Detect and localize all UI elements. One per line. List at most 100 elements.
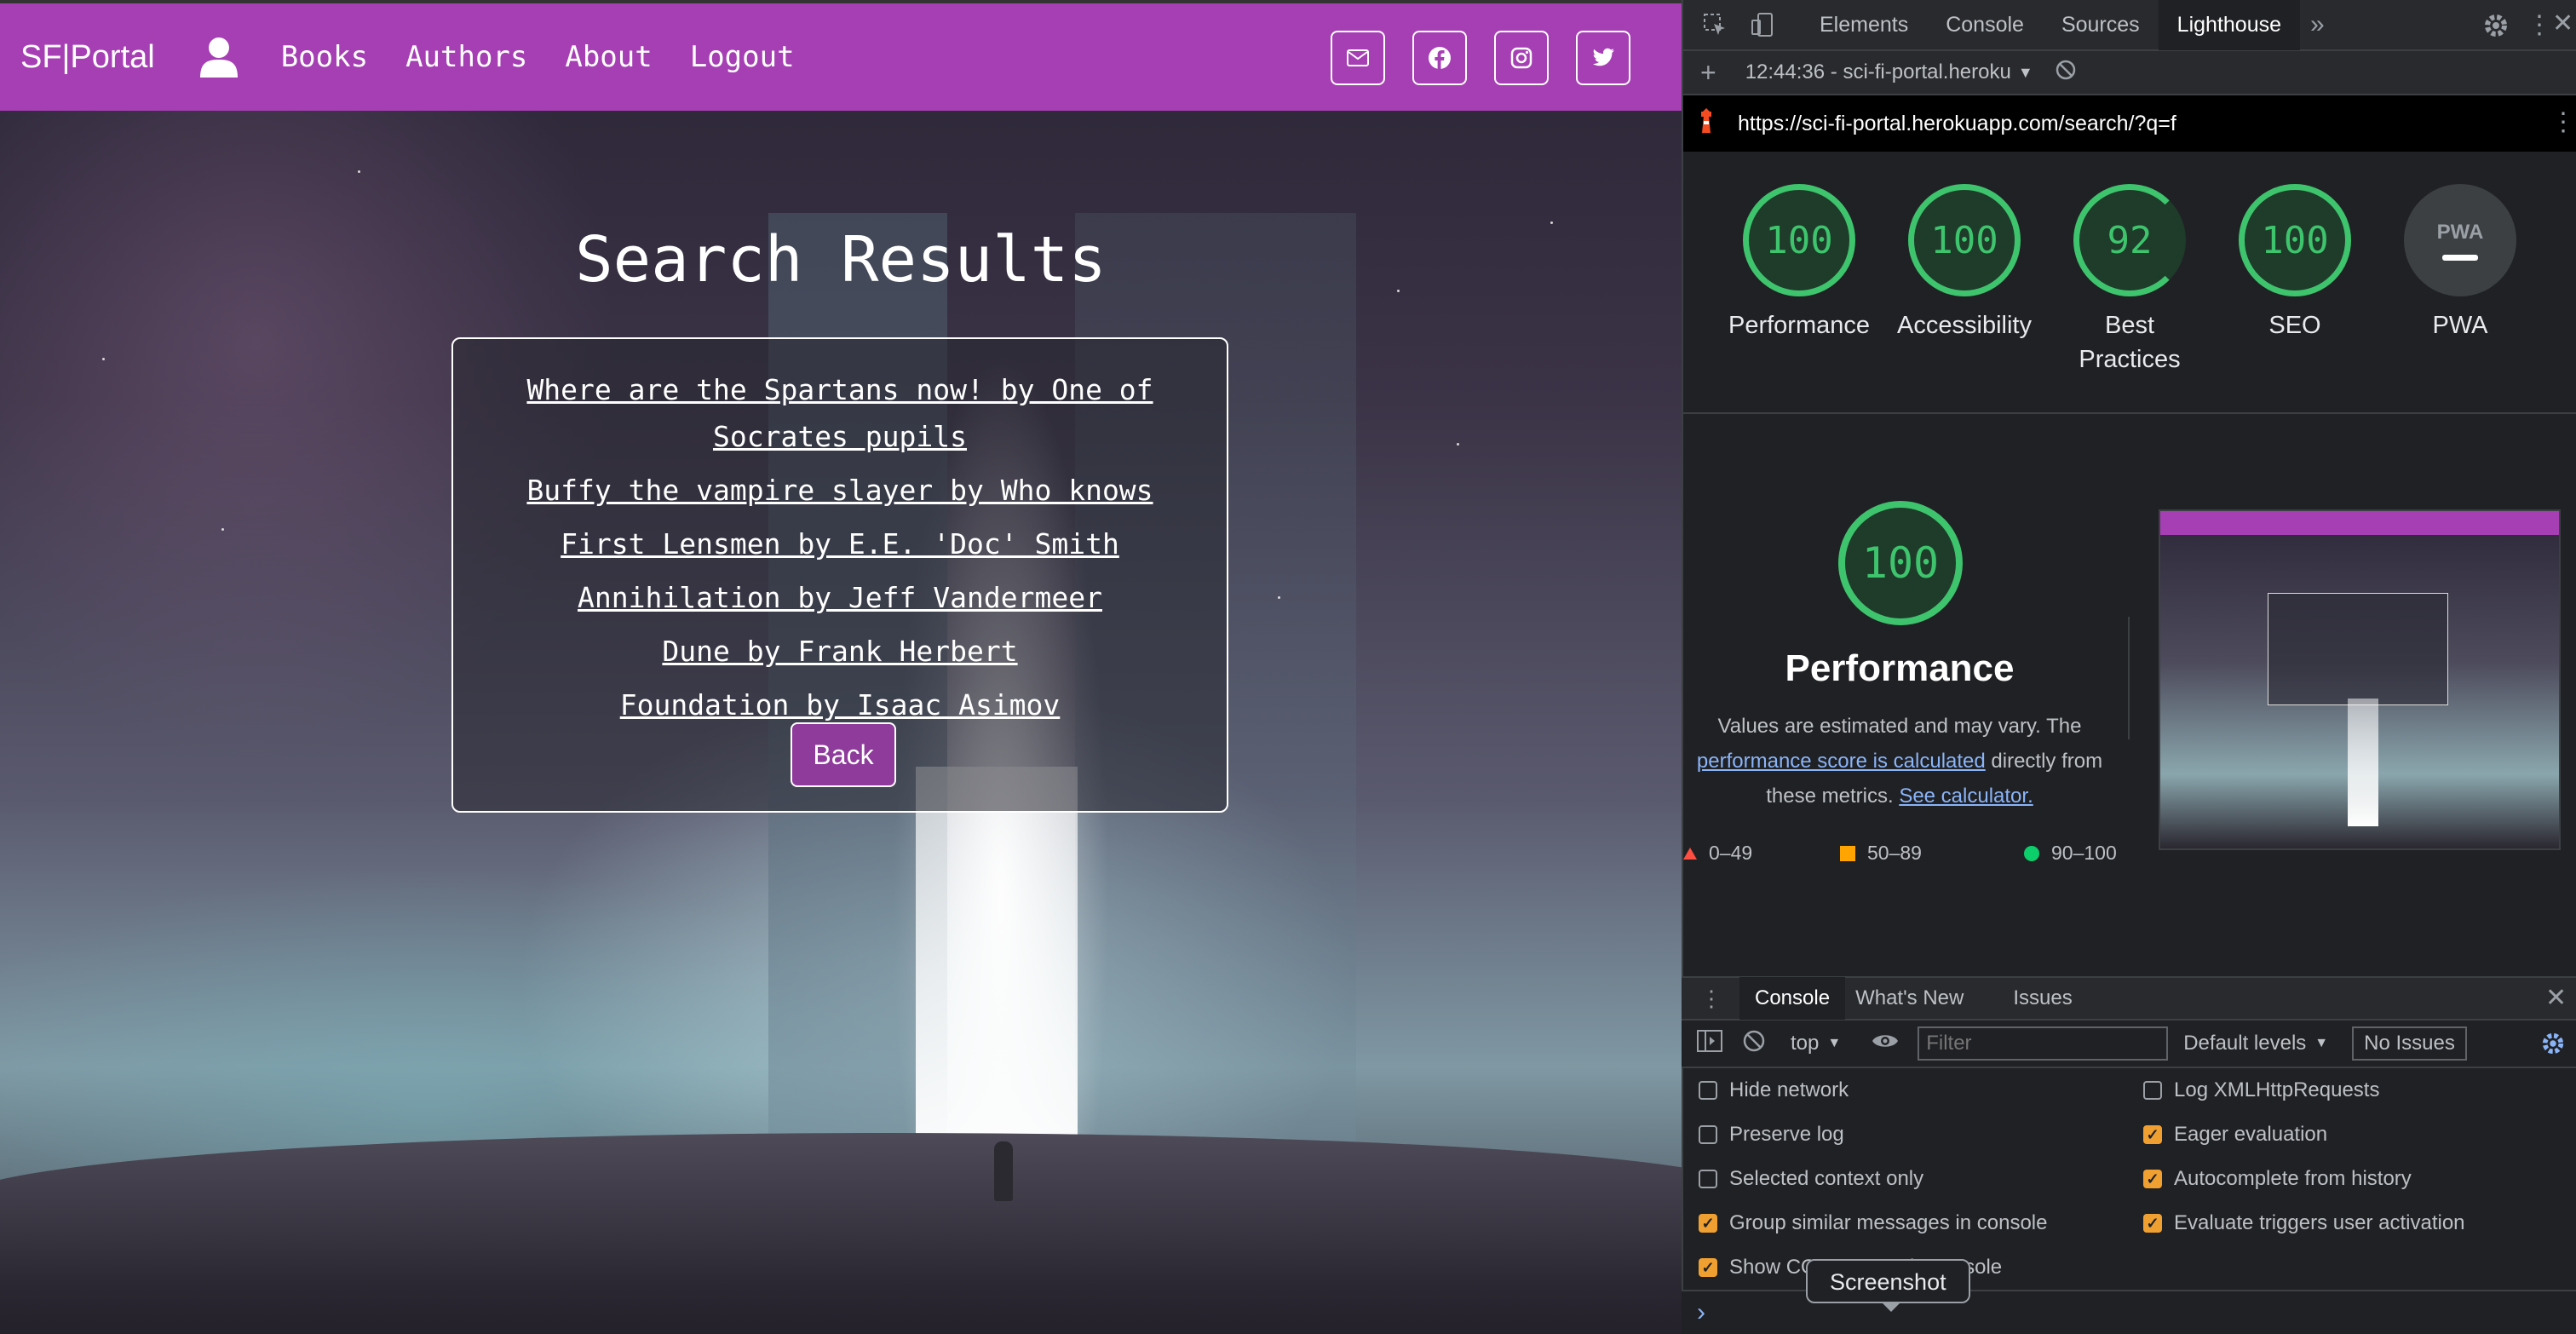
tab-console[interactable]: Console	[1927, 0, 2043, 50]
result-link[interactable]: Buffy the vampire slayer by Who knows	[526, 474, 1153, 507]
eye-icon[interactable]	[1872, 1032, 1899, 1056]
legend-pass: 90–100	[2024, 842, 2117, 865]
performance-description: Values are estimated and may vary. The p…	[1695, 709, 2104, 814]
tab-sources[interactable]: Sources	[2043, 0, 2159, 50]
legend-range: 90–100	[2051, 842, 2117, 864]
drawer-menu-icon[interactable]: ⋮	[1700, 986, 1722, 1012]
score-label-best-practices: Best Practices	[2079, 312, 2181, 373]
inspect-icon[interactable]	[1702, 12, 1728, 37]
thumbnail-beam	[2348, 699, 2378, 826]
legend-fail: 0–49	[1683, 842, 1753, 865]
issues-button[interactable]: No Issues	[2352, 1026, 2467, 1061]
score-gauge-performance[interactable]: 100	[1743, 184, 1855, 296]
drawer-tab-whats-new[interactable]: What's New	[1855, 986, 1964, 1010]
page-screenshot-thumbnail	[2159, 509, 2561, 850]
setting-evaluate-triggers[interactable]: ✓ Evaluate triggers user activation	[2143, 1211, 2465, 1235]
instagram-icon[interactable]	[1494, 31, 1549, 85]
more-tabs-icon[interactable]: »	[2310, 10, 2325, 39]
screenshot-tooltip: Screenshot	[1806, 1259, 1970, 1303]
url-menu-icon[interactable]: ⋮	[2550, 107, 2576, 137]
result-link[interactable]: Annihilation by Jeff Vandermeer	[578, 581, 1102, 614]
result-link[interactable]: Dune by Frank Herbert	[662, 635, 1017, 668]
page-title: Search Results	[575, 223, 1107, 296]
drawer-tab-console[interactable]: Console	[1739, 977, 1846, 1020]
result-link[interactable]: Foundation by Isaac Asimov	[620, 688, 1061, 722]
nav-authors[interactable]: Authors	[405, 40, 527, 74]
log-levels-select[interactable]: Default levels	[2183, 1032, 2306, 1055]
star	[1457, 443, 1459, 446]
back-button[interactable]: Back	[791, 722, 896, 787]
vertical-divider	[2128, 617, 2130, 739]
tab-lighthouse[interactable]: Lighthouse	[2158, 0, 2300, 50]
report-select[interactable]: 12:44:36 - sci-fi-portal.heroku	[1745, 60, 2011, 84]
nav-about[interactable]: About	[565, 40, 652, 74]
setting-label: Hide network	[1729, 1078, 1849, 1101]
checkbox-checked[interactable]: ✓	[2143, 1170, 2162, 1188]
nav-logout[interactable]: Logout	[690, 40, 795, 74]
legend-range: 0–49	[1709, 842, 1753, 864]
setting-label: Eager evaluation	[2174, 1123, 2328, 1146]
settings-icon[interactable]	[2482, 12, 2510, 43]
checkbox-checked[interactable]: ✓	[2143, 1125, 2162, 1144]
device-toolbar-icon[interactable]	[1750, 12, 1775, 37]
setting-label: Preserve log	[1729, 1123, 1844, 1146]
clear-console-icon[interactable]	[1743, 1030, 1765, 1058]
console-settings-icon[interactable]	[2540, 1031, 2566, 1062]
star	[358, 170, 360, 173]
list-item: Dune by Frank Herbert	[508, 631, 1172, 678]
chevron-down-icon[interactable]: ▼	[1827, 1036, 1841, 1051]
list-item: Annihilation by Jeff Vandermeer	[508, 578, 1172, 624]
drawer-tab-issues[interactable]: Issues	[2013, 986, 2072, 1010]
score-label-seo: SEO	[2268, 312, 2321, 339]
score-gauge-pwa[interactable]: PWA	[2404, 184, 2516, 296]
light-beam	[916, 767, 1078, 1193]
checkbox-checked[interactable]: ✓	[1699, 1214, 1717, 1233]
twitter-icon[interactable]	[1576, 31, 1630, 85]
setting-label: Group similar messages in console	[1729, 1211, 2048, 1234]
checkbox[interactable]	[1699, 1170, 1717, 1188]
facebook-icon[interactable]	[1412, 31, 1467, 85]
tab-elements[interactable]: Elements	[1801, 0, 1927, 50]
nav-books[interactable]: Books	[281, 40, 368, 74]
context-select[interactable]: top	[1791, 1032, 1819, 1055]
console-filter-input[interactable]	[1918, 1026, 2169, 1061]
checkbox[interactable]	[1699, 1125, 1717, 1144]
clear-icon[interactable]	[2056, 60, 2076, 86]
setting-log-xhr[interactable]: Log XMLHttpRequests	[2143, 1078, 2379, 1102]
chevron-down-icon[interactable]: ▼	[2018, 64, 2033, 82]
kebab-menu-icon[interactable]: ⋮	[2527, 10, 2552, 40]
prompt-chevron-icon: ›	[1697, 1298, 1705, 1326]
report-url: https://sci-fi-portal.herokuapp.com/sear…	[1738, 111, 2176, 135]
result-link[interactable]: First Lensmen by E.E. 'Doc' Smith	[561, 527, 1119, 561]
brand-logo[interactable]: SF|Portal	[20, 39, 155, 76]
score-gauge-best-practices[interactable]: 92	[2073, 184, 2186, 296]
setting-autocomplete-history[interactable]: ✓ Autocomplete from history	[2143, 1167, 2412, 1191]
checkbox-checked[interactable]: ✓	[2143, 1214, 2162, 1233]
result-link[interactable]: Where are the Spartans now! by One of So…	[526, 373, 1153, 453]
checkbox-checked[interactable]: ✓	[1699, 1258, 1717, 1277]
user-icon[interactable]	[199, 37, 239, 78]
new-report-icon[interactable]: +	[1700, 57, 1716, 89]
tooltip-arrow	[1881, 1302, 1901, 1312]
chevron-down-icon[interactable]: ▼	[2314, 1036, 2328, 1051]
website-viewport: SF|Portal Books Authors About Logout Sea…	[0, 0, 1682, 1334]
close-devtools-icon[interactable]: ✕	[2552, 9, 2573, 38]
setting-preserve-log[interactable]: Preserve log	[1699, 1123, 1844, 1147]
see-calculator-link[interactable]: See calculator.	[1899, 785, 2033, 808]
star	[221, 528, 224, 531]
score-gauge-seo[interactable]: 100	[2239, 184, 2351, 296]
setting-group-similar[interactable]: ✓ Group similar messages in console	[1699, 1211, 2048, 1235]
score-gauge-accessibility[interactable]: 100	[1908, 184, 2021, 296]
setting-eager-evaluation[interactable]: ✓ Eager evaluation	[2143, 1123, 2327, 1147]
close-drawer-icon[interactable]: ✕	[2545, 983, 2567, 1013]
email-icon[interactable]	[1331, 31, 1385, 85]
checkbox[interactable]	[1699, 1081, 1717, 1100]
checkbox[interactable]	[2143, 1081, 2162, 1100]
setting-selected-context-only[interactable]: Selected context only	[1699, 1167, 1923, 1191]
console-toolbar: top ▼ Default levels ▼ No Issues	[1682, 1021, 2576, 1068]
pwa-badge: PWA	[2436, 220, 2484, 244]
score-calculated-link[interactable]: performance score is calculated	[1697, 750, 1986, 773]
sidebar-toggle-icon[interactable]	[1697, 1029, 1722, 1058]
score-value: 92	[2107, 218, 2153, 262]
setting-hide-network[interactable]: Hide network	[1699, 1078, 1849, 1102]
